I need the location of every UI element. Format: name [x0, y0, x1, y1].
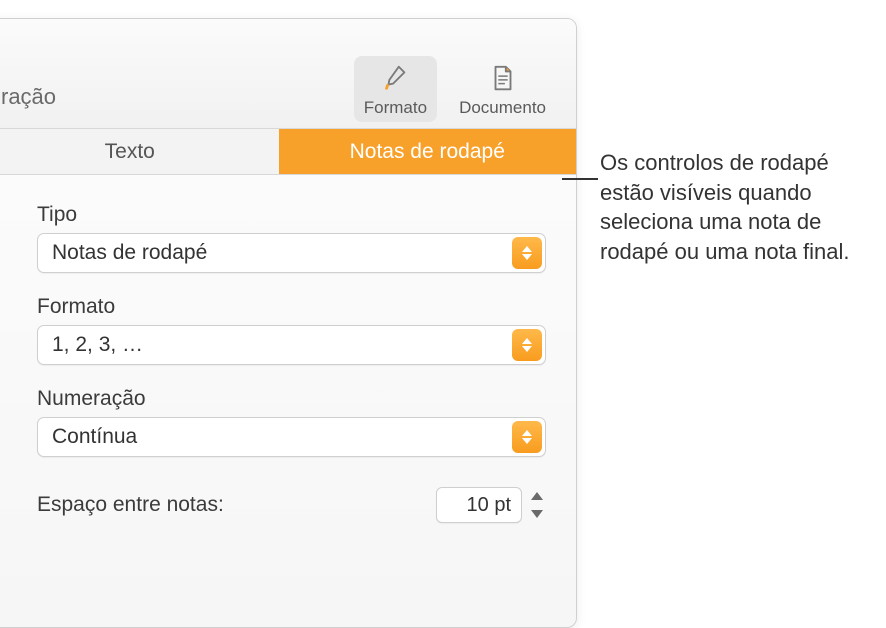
toolbar-left-fragment: ração — [1, 84, 56, 110]
document-toolbar-label: Documento — [459, 98, 546, 118]
spacing-label: Espaço entre notas: — [37, 493, 224, 517]
callout-text: Os controlos de rodapé estão visíveis qu… — [600, 148, 880, 267]
format-label: Formato — [37, 295, 546, 319]
numbering-field-group: Numeração Contínua — [37, 387, 546, 457]
numbering-select[interactable]: Contínua — [37, 417, 546, 457]
spacing-stepper: 10 pt — [436, 487, 546, 523]
stepper-arrows — [528, 489, 546, 521]
updown-icon — [512, 329, 542, 361]
type-field-group: Tipo Notas de rodapé — [37, 203, 546, 273]
footnotes-panel: Tipo Notas de rodapé Formato 1, 2, 3, … … — [0, 175, 576, 543]
document-toolbar-button[interactable]: Documento — [449, 56, 556, 122]
format-select-value: 1, 2, 3, … — [52, 333, 143, 357]
type-label: Tipo — [37, 203, 546, 227]
updown-icon — [512, 421, 542, 453]
stepper-down-button[interactable] — [528, 507, 546, 521]
format-toolbar-label: Formato — [364, 98, 427, 118]
updown-icon — [512, 237, 542, 269]
toolbar: ração Formato Documento — [0, 19, 576, 129]
paintbrush-icon — [378, 62, 412, 94]
tab-footnotes[interactable]: Notas de rodapé — [279, 129, 577, 174]
spacing-row: Espaço entre notas: 10 pt — [37, 487, 546, 523]
callout-leader-line — [562, 178, 598, 180]
stepper-up-button[interactable] — [528, 489, 546, 503]
format-toolbar-button[interactable]: Formato — [354, 56, 437, 122]
type-select[interactable]: Notas de rodapé — [37, 233, 546, 273]
inspector-tabs: Texto Notas de rodapé — [0, 129, 576, 175]
format-field-group: Formato 1, 2, 3, … — [37, 295, 546, 365]
document-icon — [486, 62, 520, 94]
numbering-select-value: Contínua — [52, 425, 137, 449]
numbering-label: Numeração — [37, 387, 546, 411]
toolbar-buttons: Formato Documento — [354, 56, 556, 122]
spacing-value-field[interactable]: 10 pt — [436, 487, 522, 523]
chevron-up-icon — [531, 492, 543, 500]
inspector-window: ração Formato Documento Texto Notas de r… — [0, 18, 577, 628]
tab-text[interactable]: Texto — [0, 129, 279, 174]
chevron-down-icon — [531, 510, 543, 518]
format-select[interactable]: 1, 2, 3, … — [37, 325, 546, 365]
type-select-value: Notas de rodapé — [52, 241, 207, 265]
